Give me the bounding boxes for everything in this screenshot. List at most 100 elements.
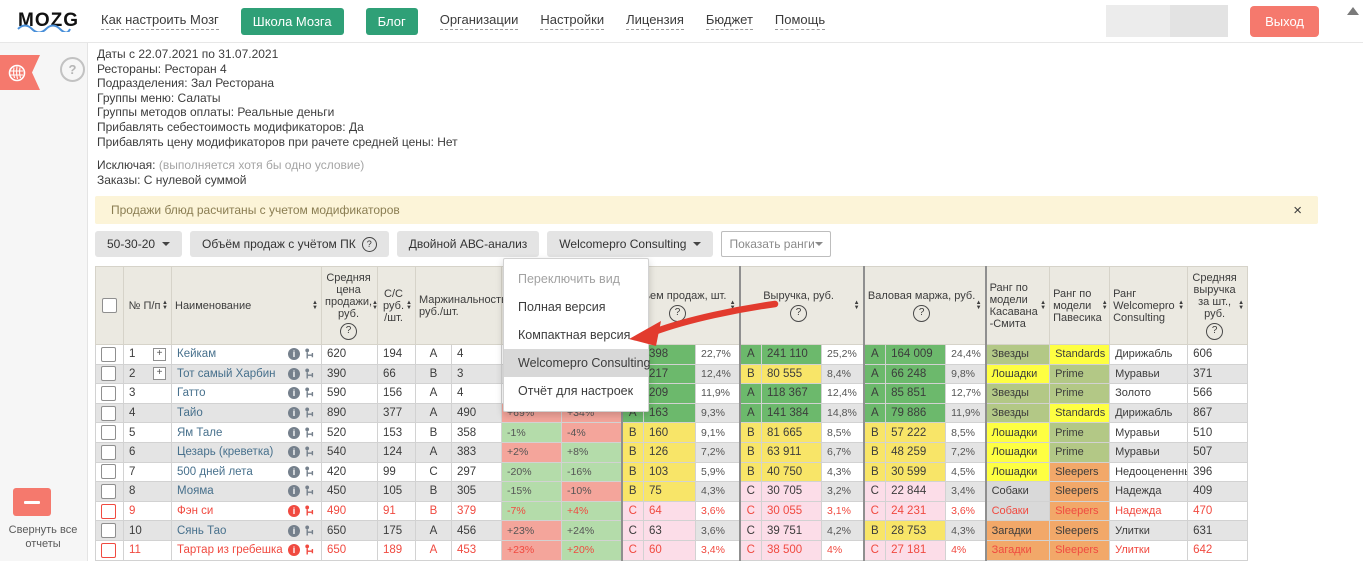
help-icon[interactable]: ? <box>913 305 930 322</box>
header-gross-margin: Валовая маржа, руб.? <box>864 267 986 345</box>
recipe-icon[interactable] <box>304 427 316 439</box>
nav-link[interactable]: Помощь <box>775 12 825 30</box>
dish-name-link[interactable]: Ям Тале <box>177 427 222 439</box>
menu-item[interactable]: Полная версия <box>504 293 648 321</box>
kasavana-rank-cell: Лошадки <box>986 364 1050 384</box>
nav-button[interactable]: Школа Мозга <box>241 8 344 35</box>
double-abc-button[interactable]: Двойной АВС-анализ <box>397 231 540 257</box>
nav-link[interactable]: Организации <box>440 12 519 30</box>
recipe-icon[interactable] <box>304 446 316 458</box>
sort-icon[interactable] <box>162 301 168 311</box>
row-checkbox[interactable] <box>101 543 116 558</box>
info-icon[interactable] <box>288 466 300 478</box>
row-checkbox[interactable] <box>101 464 116 479</box>
sort-icon[interactable] <box>1238 301 1244 311</box>
info-icon[interactable] <box>288 387 300 399</box>
collapse-all-reports-button[interactable] <box>13 488 51 516</box>
recipe-icon[interactable] <box>304 348 316 360</box>
recipe-icon[interactable] <box>304 505 316 517</box>
view-dropdown-menu: Переключить видПолная версияКомпактная в… <box>503 258 649 412</box>
row-checkbox[interactable] <box>101 523 116 538</box>
nav-link[interactable]: Настройки <box>540 12 604 30</box>
info-icon[interactable] <box>288 446 300 458</box>
help-icon[interactable]: ? <box>340 323 357 340</box>
dish-name-link[interactable]: Гатто <box>177 387 206 399</box>
volume-with-pk-button[interactable]: Объём продаж с учётом ПК? <box>190 231 389 257</box>
sort-icon[interactable] <box>372 301 378 311</box>
sort-icon[interactable] <box>406 301 412 311</box>
sort-icon[interactable] <box>976 301 982 311</box>
sort-icon[interactable] <box>854 301 860 311</box>
row-select-cell <box>96 384 124 404</box>
menu-item[interactable]: Welcomepro Consulting <box>504 349 648 377</box>
menu-item[interactable]: Компактная версия <box>504 321 648 349</box>
view-dropdown-button[interactable]: Welcomepro Consulting <box>547 231 713 257</box>
help-icon[interactable]: ? <box>669 305 686 322</box>
row-checkbox[interactable] <box>101 406 116 421</box>
help-icon[interactable]: ? <box>790 305 807 322</box>
brain-ribbon-icon[interactable] <box>0 55 40 90</box>
report-help-icon[interactable]: ? <box>60 57 85 82</box>
pavesika-rank-cell: Prime <box>1050 364 1110 384</box>
sort-icon[interactable] <box>312 301 318 311</box>
banner-close-icon[interactable]: × <box>1293 203 1302 218</box>
info-icon[interactable] <box>288 407 300 419</box>
recipe-icon[interactable] <box>304 407 316 419</box>
dish-name-link[interactable]: Фэн си <box>177 505 213 517</box>
row-checkbox[interactable] <box>101 347 116 362</box>
dish-name-link[interactable]: Мояма <box>177 485 214 497</box>
nav-link[interactable]: Бюджет <box>706 12 753 30</box>
sort-icon[interactable] <box>1040 301 1046 311</box>
sort-icon[interactable] <box>1178 301 1184 311</box>
info-icon[interactable] <box>288 368 300 380</box>
dish-name-link[interactable]: Тот самый Харбин <box>177 368 276 380</box>
expand-row-icon[interactable] <box>153 348 166 361</box>
avg-revenue-cell: 606 <box>1188 345 1248 365</box>
row-checkbox[interactable] <box>101 484 116 499</box>
dish-name-link[interactable]: Тайо <box>177 407 203 419</box>
cost-cell: 377 <box>378 403 416 423</box>
nav-button[interactable]: Блог <box>366 8 418 35</box>
scroll-top-arrow[interactable] <box>1347 7 1359 15</box>
info-icon[interactable] <box>288 544 300 556</box>
help-icon[interactable]: ? <box>1206 323 1223 340</box>
dish-name-link[interactable]: Кейкам <box>177 348 216 360</box>
revenue-cell: 118 367 <box>762 384 822 404</box>
logout-button[interactable]: Выход <box>1250 6 1319 37</box>
recipe-icon[interactable] <box>304 544 316 556</box>
menu-item[interactable]: Отчёт для настроек <box>504 377 648 405</box>
sort-icon[interactable] <box>730 301 736 311</box>
preset-dropdown-button[interactable]: 50-30-20 <box>95 231 182 257</box>
dish-name-link[interactable]: 500 дней лета <box>177 466 253 478</box>
nav-link[interactable]: Как настроить Мозг <box>101 12 219 30</box>
pavesika-rank-cell: Sleepers <box>1050 521 1110 541</box>
dish-name-link[interactable]: Сянь Тао <box>177 525 226 537</box>
expand-row-icon[interactable] <box>153 367 166 380</box>
info-icon[interactable] <box>288 485 300 497</box>
row-checkbox[interactable] <box>101 504 116 519</box>
row-checkbox[interactable] <box>101 445 116 460</box>
row-checkbox[interactable] <box>101 366 116 381</box>
sort-icon[interactable] <box>1102 301 1108 311</box>
select-all-checkbox[interactable] <box>102 298 117 313</box>
mozg-logo[interactable]: MOZG <box>18 10 79 32</box>
info-icon[interactable] <box>288 427 300 439</box>
show-ranks-select[interactable]: Показать ранги <box>721 231 831 257</box>
nav-link[interactable]: Лицензия <box>626 12 684 30</box>
revenue-share-cell: 4,3% <box>822 462 864 482</box>
dish-name-link[interactable]: Цезарь (креветка) <box>177 446 273 458</box>
header-welcomepro: Ранг Welcomepro Consulting <box>1110 267 1188 345</box>
row-checkbox[interactable] <box>101 386 116 401</box>
recipe-icon[interactable] <box>304 466 316 478</box>
recipe-icon[interactable] <box>304 525 316 537</box>
cost-cell: 105 <box>378 482 416 502</box>
recipe-icon[interactable] <box>304 368 316 380</box>
recipe-icon[interactable] <box>304 387 316 399</box>
recipe-icon[interactable] <box>304 485 316 497</box>
info-icon[interactable] <box>288 505 300 517</box>
row-number: 11 <box>129 544 141 556</box>
row-checkbox[interactable] <box>101 425 116 440</box>
info-icon[interactable] <box>288 525 300 537</box>
dish-name-link[interactable]: Тартар из гребешка <box>177 544 283 556</box>
info-icon[interactable] <box>288 348 300 360</box>
